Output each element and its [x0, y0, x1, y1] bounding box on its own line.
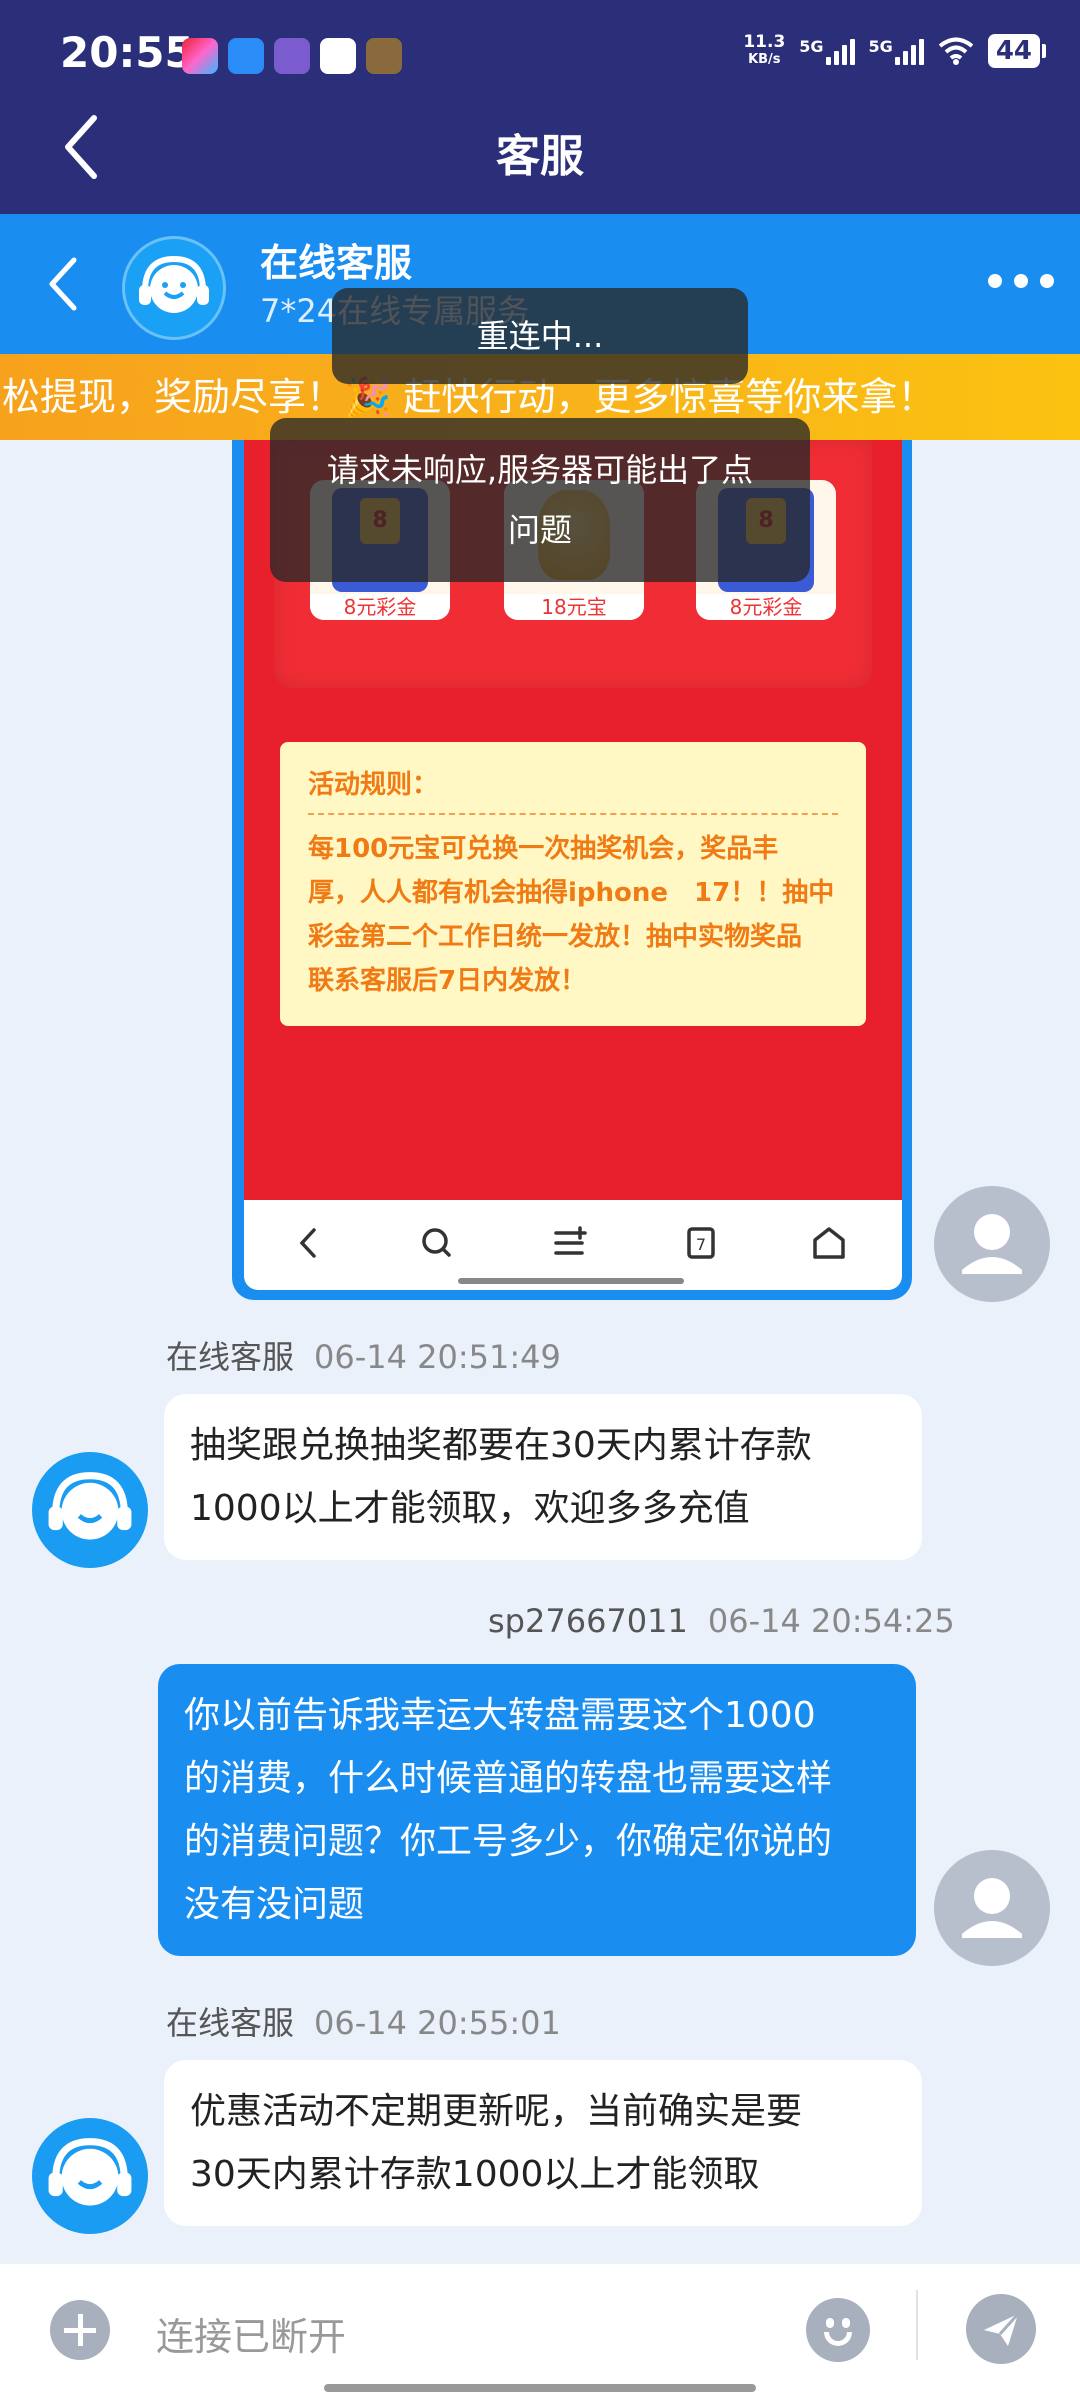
signal-1-icon: 5G: [799, 37, 855, 65]
error-toast: 请求未响应,服务器可能出了点 问题: [270, 418, 810, 582]
wifi-icon: [938, 37, 974, 65]
rules-line: 每100元宝可兑换一次抽奖机会，奖品丰: [308, 834, 779, 864]
person-icon: [962, 1878, 1022, 1938]
page-title: 客服: [496, 131, 584, 182]
agent-avatar: [32, 1452, 148, 1568]
message-sender: sp27667011: [488, 1602, 688, 1640]
signal-2-label: 5G: [868, 37, 893, 56]
divider: [916, 2290, 918, 2360]
agent-name: 在线客服: [260, 241, 413, 285]
game2-app-icon: [366, 38, 402, 74]
network-speed: 11.3 KB/s: [743, 34, 785, 68]
person-icon: [962, 1214, 1022, 1274]
nav-menu-icon: [554, 1226, 587, 1255]
message-time: 06-14 20:51:49: [314, 1338, 561, 1376]
status-bar: 20:55 11.3 KB/s 5G 5G 44: [0, 0, 1080, 110]
nav-search-icon: [422, 1228, 451, 1257]
message-meta: 在线客服 06-14 20:51:49: [166, 1332, 561, 1378]
screenshot-nav-bar: 7: [244, 1200, 902, 1290]
error-line: 请求未响应,服务器可能出了点: [326, 451, 754, 489]
status-time: 20:55: [60, 28, 194, 77]
message-line: 的消费问题？你工号多少，你确定你说的: [184, 1821, 833, 1862]
rules-line: 彩金第二个工作日统一发放！抽中实物奖品: [308, 922, 803, 952]
carrier-app-icon: [182, 38, 218, 74]
rules-line: 厚，人人都有机会抽得iphone 17！！抽中: [308, 878, 835, 908]
chat-back-icon[interactable]: [44, 254, 84, 314]
battery-icon: 44: [987, 34, 1047, 68]
speed-unit: KB/s: [748, 52, 781, 67]
send-button[interactable]: [966, 2294, 1036, 2364]
home-indicator[interactable]: [324, 2384, 756, 2392]
message-sender: 在线客服: [166, 1338, 295, 1376]
message-line: 优惠活动不定期更新呢，当前确实是要: [190, 2091, 803, 2132]
user-avatar: [934, 1186, 1050, 1302]
agent-avatar: [122, 236, 226, 340]
message-line: 没有没问题: [184, 1884, 365, 1925]
message-sender: 在线客服: [166, 2004, 295, 2042]
message-line: 你以前告诉我幸运大转盘需要这个1000: [184, 1695, 816, 1736]
system-icons: 11.3 KB/s 5G 5G 44: [743, 34, 1047, 68]
message-input[interactable]: 连接已断开: [156, 2306, 346, 2361]
prize-label: 8元彩金: [310, 594, 450, 620]
prize-label: 18元宝: [504, 594, 644, 620]
screenshot-home-pill: [458, 1278, 684, 1284]
prize-label: 8元彩金: [696, 594, 836, 620]
agent-avatar: [32, 2118, 148, 2234]
message-bubble[interactable]: 优惠活动不定期更新呢，当前确实是要 30天内累计存款1000以上才能领取: [164, 2060, 922, 2226]
user-avatar: [934, 1850, 1050, 1966]
headset-agent-icon: [48, 1472, 132, 1540]
message-meta: 在线客服 06-14 20:55:01: [166, 1998, 561, 2044]
add-icon[interactable]: [50, 2300, 110, 2360]
nav-home-icon: [813, 1227, 845, 1259]
app-header: 20:55 11.3 KB/s 5G 5G 44 客服: [0, 0, 1080, 214]
input-bar: 连接已断开: [0, 2264, 1080, 2400]
rules-box: 活动规则： 每100元宝可兑换一次抽奖机会，奖品丰 厚，人人都有机会抽得ipho…: [280, 742, 866, 1026]
signal-1-label: 5G: [799, 37, 824, 56]
notification-icons: [182, 38, 402, 74]
message-bubble[interactable]: 你以前告诉我幸运大转盘需要这个1000 的消费，什么时候普通的转盘也需要这样 的…: [158, 1664, 916, 1956]
signal-2-icon: 5G: [869, 37, 924, 65]
rules-text: 每100元宝可兑换一次抽奖机会，奖品丰 厚，人人都有机会抽得iphone 17！…: [308, 827, 838, 1003]
nav-tabs-icon: 7: [687, 1227, 715, 1259]
headset-agent-icon: [48, 2138, 132, 2206]
message-line: 的消费，什么时候普通的转盘也需要这样: [184, 1758, 833, 1799]
error-line: 问题: [507, 511, 572, 549]
browser-app-icon: [228, 38, 264, 74]
game-app-icon: [274, 38, 310, 74]
message-time: 06-14 20:55:01: [314, 2004, 561, 2042]
speed-value: 11.3: [743, 32, 786, 52]
message-meta: sp27667011 06-14 20:54:25: [488, 1602, 955, 1640]
message-line: 抽奖跟兑换抽奖都要在30天内累计存款: [190, 1425, 812, 1466]
emoji-icon[interactable]: [806, 2298, 870, 2362]
svg-text:7: 7: [696, 1235, 706, 1254]
more-icon[interactable]: [988, 274, 1054, 288]
nav-back-icon: [299, 1228, 316, 1258]
message-line: 30天内累计存款1000以上才能领取: [190, 2154, 760, 2195]
message-time: 06-14 20:54:25: [707, 1602, 955, 1640]
message-bubble[interactable]: 抽奖跟兑换抽奖都要在30天内累计存款 1000以上才能领取，欢迎多多充值: [164, 1394, 922, 1560]
rules-title: 活动规则：: [308, 764, 838, 815]
rules-line: 联系客服后7日内发放！: [308, 966, 587, 996]
headset-agent-icon: [139, 255, 209, 313]
message-line: 1000以上才能领取，欢迎多多充值: [190, 1488, 750, 1529]
crown-app-icon: [320, 38, 356, 74]
send-icon: [984, 2312, 1020, 2346]
reconnecting-toast: 重连中...: [332, 288, 748, 384]
